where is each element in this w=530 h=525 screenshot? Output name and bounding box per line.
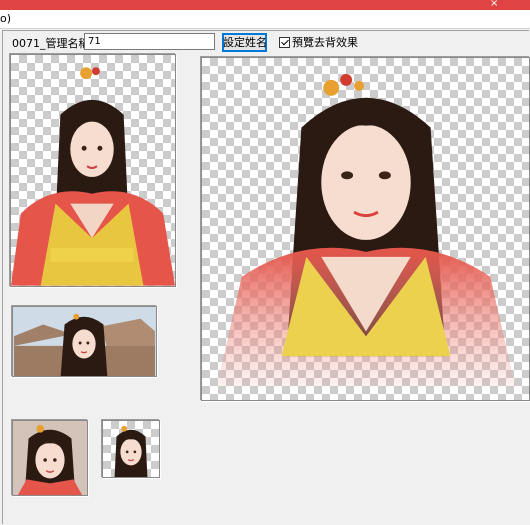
name-label: 0071_管理名稱: — [12, 37, 94, 50]
avatar-large-image[interactable] — [12, 420, 88, 496]
title-bar: × — [0, 0, 530, 10]
portrait-drawing — [11, 67, 175, 286]
menu-item[interactable]: o) — [0, 11, 11, 27]
full-portrait-image[interactable] — [10, 54, 176, 287]
preview-checkbox-label: 預覽去背效果 — [292, 36, 358, 49]
banner-image[interactable] — [12, 306, 157, 377]
preview-checkbox[interactable] — [279, 37, 290, 48]
menu-bar: o) — [0, 10, 530, 29]
preview-drawing — [216, 73, 516, 387]
preview-image[interactable] — [201, 57, 530, 401]
close-icon[interactable]: × — [490, 0, 498, 10]
name-input[interactable] — [84, 33, 215, 50]
avatar-large-drawing — [13, 421, 87, 495]
avatar-small-drawing — [114, 425, 148, 477]
set-name-button[interactable]: 設定姓名 — [222, 33, 267, 52]
avatar-small-image[interactable] — [102, 420, 160, 478]
banner-drawing — [14, 307, 155, 376]
